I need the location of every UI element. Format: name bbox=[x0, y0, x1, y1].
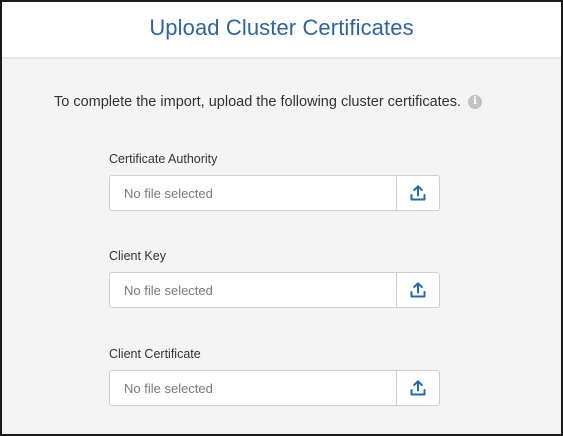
dialog-title: Upload Cluster Certificates bbox=[149, 15, 414, 40]
upload-icon bbox=[410, 185, 426, 201]
certificate-authority-upload-button[interactable] bbox=[396, 176, 439, 210]
upload-icon bbox=[410, 282, 426, 298]
upload-icon bbox=[410, 380, 426, 396]
client-certificate-field: Client Certificate No file selected bbox=[109, 347, 440, 406]
certificate-authority-file-display[interactable]: No file selected bbox=[110, 176, 396, 210]
intro-row: To complete the import, upload the follo… bbox=[54, 94, 483, 110]
client-certificate-upload-button[interactable] bbox=[396, 371, 439, 405]
client-key-field: Client Key No file selected bbox=[109, 249, 440, 308]
client-certificate-label: Client Certificate bbox=[109, 347, 201, 361]
client-key-file-picker: No file selected bbox=[109, 272, 440, 308]
certificate-authority-file-picker: No file selected bbox=[109, 175, 440, 211]
client-certificate-file-display[interactable]: No file selected bbox=[110, 371, 396, 405]
intro-text: To complete the import, upload the follo… bbox=[54, 94, 462, 110]
certificate-authority-label: Certificate Authority bbox=[109, 152, 218, 166]
upload-certificates-dialog: Upload Cluster Certificates To complete … bbox=[0, 0, 563, 436]
client-certificate-file-picker: No file selected bbox=[109, 370, 440, 406]
info-icon[interactable]: i bbox=[468, 95, 483, 109]
dialog-header: Upload Cluster Certificates bbox=[2, 2, 561, 58]
certificate-authority-field: Certificate Authority No file selected bbox=[109, 152, 440, 211]
client-key-upload-button[interactable] bbox=[396, 273, 439, 307]
client-key-label: Client Key bbox=[109, 249, 166, 263]
client-key-file-display[interactable]: No file selected bbox=[110, 273, 396, 307]
